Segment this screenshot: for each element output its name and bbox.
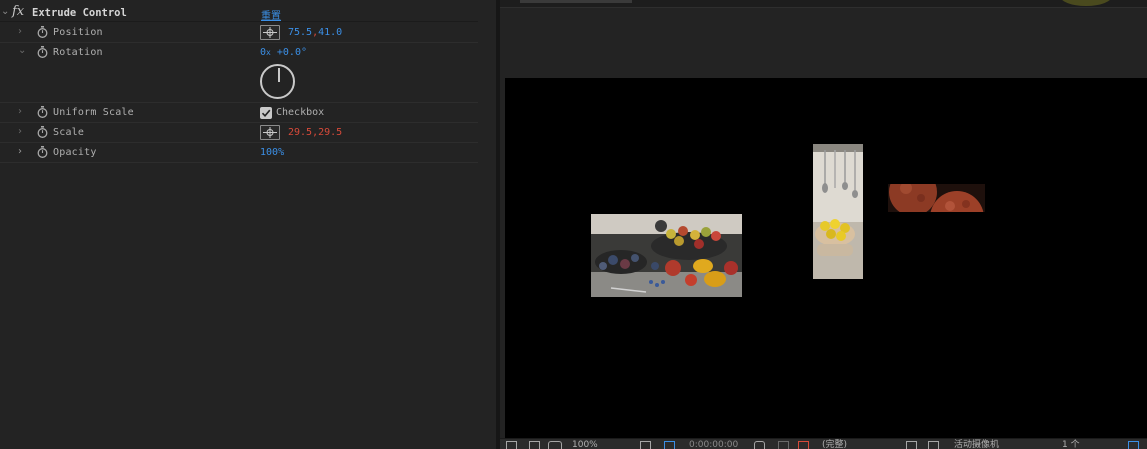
property-label: Rotation	[53, 47, 103, 58]
crosshair-icon	[263, 27, 277, 38]
position-value[interactable]: 75.5,41.0	[288, 27, 342, 38]
stopwatch-icon[interactable]	[37, 46, 48, 58]
opacity-unit: %	[278, 147, 285, 158]
zoom-dropdown[interactable]: 100%	[572, 441, 598, 449]
camera-dropdown[interactable]: 活动摄像机	[954, 441, 999, 449]
composition-canvas[interactable]	[505, 78, 1147, 438]
position-x-value[interactable]: 75.5	[288, 27, 312, 38]
snapshot-icon[interactable]	[754, 441, 765, 449]
preview-icon[interactable]	[506, 441, 517, 449]
fruit-still-life-image	[591, 214, 742, 297]
property-label: Scale	[53, 127, 85, 138]
transparency-grid-icon[interactable]	[928, 441, 939, 449]
property-row-opacity: › Opacity 100%	[0, 143, 478, 163]
channel-icon[interactable]	[798, 441, 809, 449]
angle-dial[interactable]	[260, 64, 295, 99]
checkmark-icon	[261, 109, 271, 117]
collapse-chevron-icon[interactable]: ⌄	[1, 6, 9, 17]
opacity-number[interactable]: 100	[260, 147, 278, 158]
region-of-interest-icon[interactable]	[906, 441, 917, 449]
mask-icon[interactable]	[548, 441, 562, 449]
moon-texture-image	[888, 184, 985, 212]
viewer-top-bar	[500, 0, 1147, 8]
twirl-collapsed-icon[interactable]: ›	[18, 27, 28, 37]
property-row-rotation: ⌄ Rotation 0x +0.0°	[0, 43, 478, 103]
effect-name: Extrude Control	[32, 7, 127, 19]
property-label: Uniform Scale	[53, 107, 134, 118]
stopwatch-icon[interactable]	[37, 146, 48, 158]
scale-value[interactable]: 29.5,29.5	[288, 127, 342, 138]
scale-y-value[interactable]: 29.5	[318, 127, 342, 138]
property-label: Opacity	[53, 147, 97, 158]
rotation-x-mark: x	[266, 48, 271, 57]
checkbox-label[interactable]: Checkbox	[276, 107, 324, 118]
viewer-bottom-toolbar: 100% 0:00:00:00 (完整) 活动摄像机 1 个	[500, 438, 1147, 449]
point-target-button[interactable]	[260, 125, 280, 140]
viewer-tab[interactable]	[520, 0, 632, 3]
composition-viewer-panel: 100% 0:00:00:00 (完整) 活动摄像机 1 个	[500, 0, 1147, 449]
grid-icon[interactable]	[640, 441, 651, 449]
stopwatch-icon[interactable]	[37, 26, 48, 38]
fruit-image-layer[interactable]	[591, 214, 742, 297]
scale-x-value[interactable]: 29.5	[288, 127, 312, 138]
stopwatch-icon[interactable]	[37, 126, 48, 138]
moon-image-layer[interactable]	[888, 184, 985, 212]
guides-icon[interactable]	[664, 441, 675, 449]
twirl-collapsed-icon[interactable]: ›	[18, 147, 28, 157]
kitchen-image-layer[interactable]	[813, 144, 863, 279]
uniform-scale-checkbox[interactable]	[260, 107, 272, 119]
region-icon[interactable]	[529, 441, 540, 449]
position-y-value[interactable]: 41.0	[318, 27, 342, 38]
rotation-value[interactable]: 0x +0.0°	[260, 47, 307, 58]
show-snapshot-icon[interactable]	[778, 441, 789, 449]
stopwatch-icon[interactable]	[37, 106, 48, 118]
twirl-expanded-icon[interactable]: ⌄	[18, 46, 28, 56]
fx-icon[interactable]: fx	[12, 4, 24, 19]
current-time[interactable]: 0:00:00:00	[689, 441, 738, 449]
crosshair-icon	[263, 127, 277, 138]
angle-dial-needle	[277, 68, 280, 82]
fit-icon[interactable]	[1128, 441, 1139, 449]
resolution-dropdown[interactable]: (完整)	[822, 441, 847, 449]
twirl-collapsed-icon[interactable]: ›	[18, 127, 28, 137]
kitchen-utensils-image	[813, 144, 863, 279]
property-label: Position	[53, 27, 103, 38]
point-target-button[interactable]	[260, 25, 280, 40]
opacity-value[interactable]: 100%	[260, 147, 284, 158]
effect-controls-panel: ⌄ fx Extrude Control 重置 › Position 75.5,…	[0, 0, 496, 449]
effect-header: ⌄ fx Extrude Control 重置	[0, 4, 478, 22]
rotation-degrees[interactable]: +0.0°	[277, 47, 307, 58]
reset-link[interactable]: 重置	[261, 7, 281, 22]
twirl-collapsed-icon[interactable]: ›	[18, 107, 28, 117]
views-dropdown[interactable]: 1 个	[1062, 441, 1080, 449]
property-row-scale: › Scale 29.5,29.5	[0, 123, 478, 143]
property-row-uniform-scale: › Uniform Scale Checkbox	[0, 103, 478, 123]
property-row-position: › Position 75.5,41.0	[0, 23, 478, 43]
